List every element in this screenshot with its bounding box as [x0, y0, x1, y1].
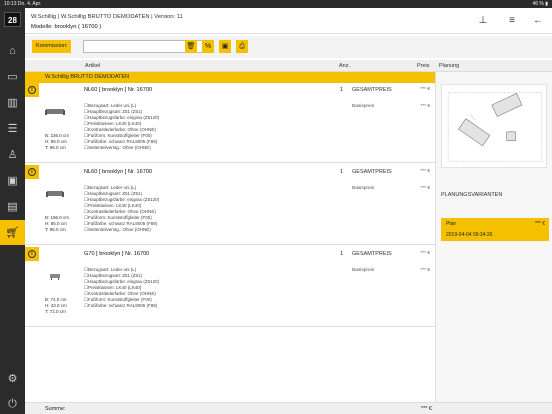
price-label: GESAMTPREIS: [352, 87, 392, 93]
sofa-icon: [46, 191, 64, 197]
sidebar-document-icon[interactable]: ▤: [0, 194, 25, 219]
price-label: GESAMTPREIS: [352, 251, 392, 257]
header-subtitle: Modelle: brooklyn ( 16700 ): [31, 24, 102, 30]
list-item[interactable]: i B: 236.0 cm H: 85.0 cm T: 96.0 cm NL60…: [25, 83, 435, 163]
header: W.Schillig | W.Schillig BRUTTO DEMODATEN…: [25, 8, 552, 34]
item-properties: ☐Bezugsart: Leder uni (L) ☐Hauptbezugsar…: [84, 185, 159, 233]
sidebar-list-icon[interactable]: ☰: [0, 116, 25, 141]
dim-depth: T: 96.0 cm: [45, 145, 66, 150]
back-arrow-icon[interactable]: ←: [530, 14, 546, 28]
info-button[interactable]: i: [25, 83, 39, 97]
dim-depth: T: 72.0 cm: [45, 309, 66, 314]
info-icon: i: [28, 250, 36, 258]
sidebar-cart-icon[interactable]: 🛒︎: [0, 220, 25, 245]
sidebar-chair-icon[interactable]: ♙: [0, 142, 25, 167]
item-price: *** €: [420, 251, 430, 256]
hierarchy-icon[interactable]: ⊥: [475, 14, 491, 28]
summary-label: Summe:: [45, 406, 66, 412]
trash-icon: 🗑︎: [186, 43, 196, 50]
header-title: W.Schillig | W.Schillig BRUTTO DEMODATEN…: [31, 14, 183, 20]
sidebar-folder-icon[interactable]: ▭: [0, 64, 25, 89]
item-properties: ☐Bezugsart: Leder uni (L) ☐Hauptbezugsar…: [84, 103, 159, 151]
sofa-icon: [45, 109, 65, 115]
list-item[interactable]: i B: 196.0 cm H: 85.0 cm T: 96.0 cm NL60…: [25, 165, 435, 245]
group-header: W.Schillig BRUTTO DEMODATEN: [25, 72, 435, 83]
stool-icon: [50, 274, 60, 280]
plan-variant-item[interactable]: Plan *** € 2019-04-04 09:34:26: [441, 218, 549, 241]
property: ☐Fußfarbe: schwarz RAL9005 (F89): [84, 303, 158, 308]
plan-variant-name: Plan: [446, 221, 457, 227]
dimensions: B: 236.0 cm H: 85.0 cm T: 96.0 cm: [45, 133, 69, 151]
item-price: *** €: [420, 169, 430, 174]
col-preis: Preis: [417, 63, 430, 69]
sidebar-home-icon[interactable]: ⌂: [0, 38, 25, 63]
info-button[interactable]: i: [25, 247, 39, 261]
printer-icon: ⎙: [239, 43, 245, 50]
info-button[interactable]: i: [25, 165, 39, 179]
property: ☐Seitenteilverstg.: Ohne (OHNE): [84, 227, 151, 232]
print-button[interactable]: ⎙: [236, 40, 248, 53]
summary-value: *** €: [420, 406, 432, 412]
sidebar-power-icon[interactable]: ⏻: [0, 392, 25, 414]
item-base-price: *** €: [420, 268, 430, 273]
status-battery: 46 % ▮: [532, 1, 548, 7]
article-list: W.Schillig BRUTTO DEMODATEN i B: 236.0 c…: [25, 72, 435, 402]
base-price-label: Basispreis: [352, 186, 375, 191]
plan-variant-date: 2019-04-04 09:34:26: [446, 232, 493, 238]
item-base-price: *** €: [420, 104, 430, 109]
plan-variant-price: *** €: [534, 221, 545, 227]
item-name: NL60 [ brooklyn ] Nr. 16700: [84, 169, 153, 175]
app-logo: 28: [4, 12, 21, 27]
base-price-label: Basispreis: [352, 268, 375, 273]
col-planung: Planung: [439, 63, 460, 69]
item-qty: 1: [340, 251, 344, 257]
delete-button[interactable]: 🗑︎: [185, 40, 197, 53]
info-icon: i: [28, 168, 36, 176]
toolbar: Kommission: 🗑︎ % ▣ ⎙: [25, 36, 552, 58]
item-price: *** €: [420, 87, 430, 92]
sidebar-building-icon[interactable]: ▥: [0, 90, 25, 115]
col-artikel: Artikel: [85, 63, 101, 69]
base-price-label: Basispreis: [352, 104, 375, 109]
kommission-label: Kommission:: [32, 40, 72, 53]
sidebar-settings-icon[interactable]: ⚙: [0, 366, 25, 391]
status-bar: 10:13 Do. 4. Apr. 46 % ▮: [0, 0, 552, 8]
item-base-price: *** €: [420, 186, 430, 191]
info-icon: i: [28, 86, 36, 94]
dimensions: B: 196.0 cm H: 85.0 cm T: 96.0 cm: [45, 215, 69, 233]
dim-depth: T: 96.0 cm: [45, 227, 66, 232]
planungsvarianten-title: PLANUNGSVARIANTEN: [441, 192, 503, 198]
item-name: NL60 [ brooklyn ] Nr. 16700: [84, 87, 153, 93]
planning-panel: PLANUNGSVARIANTEN Plan *** € 2019-04-04 …: [435, 72, 552, 402]
sidebar: 28 ⌂ ▭ ▥ ☰ ♙ ▣ ▤ 🛒︎ ⚙ ⏻: [0, 8, 25, 414]
price-label: GESAMTPREIS: [352, 169, 392, 175]
status-time: 10:13 Do. 4. Apr.: [4, 1, 42, 7]
col-anz: Anz.: [339, 63, 351, 69]
floor-plan-preview[interactable]: [441, 84, 547, 168]
item-name: G70 [ brooklyn ] Nr. 16700: [84, 251, 150, 257]
list-item[interactable]: i B: 74.0 cm H: 43.0 cm T: 72.0 cm G70 […: [25, 247, 435, 327]
dimensions: B: 74.0 cm H: 43.0 cm T: 72.0 cm: [45, 297, 67, 315]
sidebar-catalog-icon[interactable]: ▣: [0, 168, 25, 193]
item-qty: 1: [340, 169, 344, 175]
column-headers: Artikel Anz. Preis Planung: [25, 60, 552, 72]
menu-icon[interactable]: ≡: [504, 14, 520, 28]
save-button[interactable]: ▣: [219, 40, 231, 53]
property: ☐Seitenteilverstg.: Ohne (OHNE): [84, 145, 151, 150]
summary-bar: Summe: *** €: [25, 402, 552, 414]
item-qty: 1: [340, 87, 344, 93]
discount-button[interactable]: %: [202, 40, 214, 53]
tag-icon: %: [204, 43, 212, 50]
save-icon: ▣: [221, 43, 229, 50]
item-properties: ☐Bezugsart: Leder uni (L) ☐Hauptbezugsar…: [84, 267, 159, 309]
